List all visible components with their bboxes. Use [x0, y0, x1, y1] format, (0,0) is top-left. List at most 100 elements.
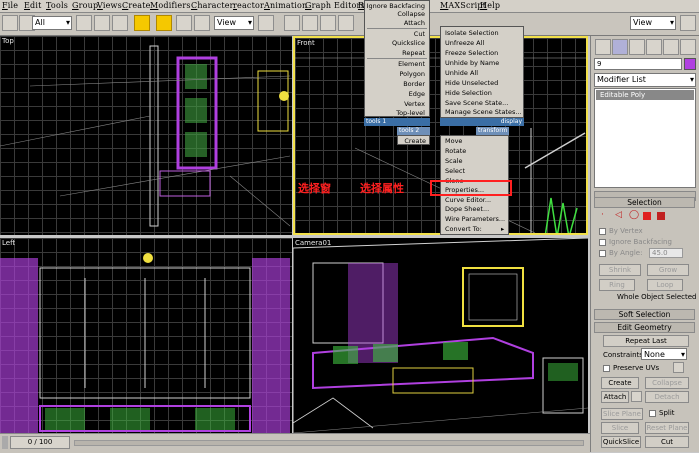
rect-selection-icon[interactable] — [112, 15, 128, 31]
viewport-label-camera[interactable]: Camera01 — [295, 239, 331, 247]
menu-group[interactable]: Group — [72, 1, 98, 10]
preserve-uvs-checkbox[interactable] — [603, 365, 610, 372]
render-icon[interactable] — [680, 15, 696, 31]
menu-views[interactable]: Views — [97, 1, 122, 10]
menu-reactor[interactable]: reactor — [233, 1, 264, 10]
menu-create[interactable]: Create — [122, 1, 151, 10]
viewport-label-left[interactable]: Left — [2, 239, 15, 247]
angle-spinner[interactable]: 45.0 — [649, 248, 683, 258]
menu-repeat[interactable]: Repeat — [402, 49, 425, 57]
reset-plane-button[interactable]: Reset Plane — [645, 422, 689, 434]
shrink-button[interactable]: Shrink — [599, 264, 641, 276]
menu-edit[interactable]: Edit — [24, 1, 42, 10]
menu-hide-unselected[interactable]: Hide Unselected — [445, 79, 498, 87]
attach-button[interactable]: Attach — [601, 391, 629, 403]
menu-freeze-selection[interactable]: Freeze Selection — [445, 49, 498, 57]
constraints-select[interactable]: None — [641, 348, 687, 361]
menu-wire-parameters[interactable]: Wire Parameters... — [445, 215, 505, 223]
mirror-icon[interactable] — [284, 15, 300, 31]
object-name-field[interactable]: 9 — [594, 58, 682, 70]
menu-attach[interactable]: Attach — [404, 19, 425, 27]
rollout-soft-selection[interactable]: Soft Selection — [594, 309, 695, 320]
viewport-camera[interactable]: Camera01 — [293, 238, 588, 433]
subobject-edge-icon[interactable]: ◁ — [615, 210, 622, 220]
percent-snap-icon[interactable] — [338, 15, 354, 31]
detach-button[interactable]: Detach — [645, 391, 689, 403]
menu-unhide-all[interactable]: Unhide All — [445, 69, 478, 77]
menu-polygon[interactable]: Polygon — [399, 70, 425, 78]
menu-unhide-by-name[interactable]: Unhide by Name — [445, 59, 499, 67]
loop-button[interactable]: Loop — [647, 279, 683, 291]
menu-edge[interactable]: Edge — [409, 90, 425, 98]
repeat-last-button[interactable]: Repeat Last — [603, 335, 689, 347]
grow-button[interactable]: Grow — [647, 264, 689, 276]
undo-icon[interactable] — [2, 15, 18, 31]
menu-file[interactable]: File — [2, 1, 18, 10]
menu-dope-sheet[interactable]: Dope Sheet... — [445, 205, 489, 213]
time-slider-prev-icon[interactable] — [2, 436, 8, 449]
time-slider-thumb[interactable]: 0 / 100 — [10, 436, 70, 449]
menu-ignore-backfacing[interactable]: Ignore Backfacing — [367, 2, 425, 10]
attach-list-icon[interactable] — [631, 391, 642, 402]
ignore-backfacing-checkbox[interactable] — [599, 239, 606, 246]
by-angle-checkbox[interactable] — [599, 250, 606, 257]
subobject-border-icon[interactable]: ◯ — [629, 210, 639, 220]
subobject-polygon-icon[interactable] — [643, 212, 651, 220]
scale-icon[interactable] — [194, 15, 210, 31]
select-object-icon[interactable] — [76, 15, 92, 31]
display-tab-icon[interactable] — [663, 39, 679, 55]
menu-animation[interactable]: Animation — [264, 1, 307, 10]
menu-element[interactable]: Element — [398, 60, 425, 68]
menu-top-level[interactable]: Top-level — [396, 109, 425, 117]
split-checkbox[interactable] — [649, 410, 656, 417]
cut-button[interactable]: Cut — [645, 436, 689, 448]
slice-plane-button[interactable]: Slice Plane — [601, 408, 643, 420]
create-tab-icon[interactable] — [595, 39, 611, 55]
viewport-label-front[interactable]: Front — [297, 39, 315, 47]
menu-border[interactable]: Border — [403, 80, 425, 88]
menu-curve-editor[interactable]: Curve Editor... — [445, 196, 491, 204]
reference-coord-select[interactable]: View — [214, 16, 254, 30]
menu-manage-scene-states[interactable]: Manage Scene States... — [445, 108, 522, 116]
menu-quickslice[interactable]: Quickslice — [392, 39, 425, 47]
create-button[interactable]: Create — [601, 377, 639, 389]
snap-icon[interactable] — [302, 15, 318, 31]
rollout-edit-geometry[interactable]: Edit Geometry — [594, 322, 695, 333]
menu-isolate-selection[interactable]: Isolate Selection — [445, 29, 499, 37]
menu-graph-editors[interactable]: Graph Editors — [305, 1, 365, 10]
viewport-top[interactable]: Top — [0, 36, 292, 235]
modify-tab-icon[interactable] — [612, 39, 628, 55]
menu-move[interactable]: Move — [445, 137, 462, 145]
slice-button[interactable]: Slice — [601, 422, 639, 434]
move-icon[interactable] — [156, 15, 172, 31]
select-by-name-icon[interactable] — [94, 15, 110, 31]
named-selection-select[interactable]: View — [630, 16, 676, 30]
window-crossing-icon[interactable] — [134, 15, 150, 31]
viewport-label-top[interactable]: Top — [2, 37, 14, 45]
menu-scale[interactable]: Scale — [445, 157, 463, 165]
menu-hide-selection[interactable]: Hide Selection — [445, 89, 492, 97]
by-vertex-checkbox[interactable] — [599, 228, 606, 235]
modifier-list-select[interactable]: Modifier List — [594, 73, 696, 87]
subobject-vertex-icon[interactable]: · — [601, 210, 604, 220]
quickslice-button[interactable]: QuickSlice — [601, 436, 641, 448]
angle-snap-icon[interactable] — [320, 15, 336, 31]
collapse-button[interactable]: Collapse — [645, 377, 689, 389]
menu-rotate[interactable]: Rotate — [445, 147, 466, 155]
hierarchy-tab-icon[interactable] — [629, 39, 645, 55]
rollout-selection[interactable]: Selection — [594, 197, 695, 208]
stack-item-editable-poly[interactable]: Editable Poly — [596, 90, 694, 100]
menu-save-scene-state[interactable]: Save Scene State... — [445, 99, 508, 107]
menu-unfreeze-all[interactable]: Unfreeze All — [445, 39, 484, 47]
menu-collapse[interactable]: Collapse — [397, 10, 425, 18]
menu-convert-to[interactable]: Convert To: — [445, 225, 482, 233]
viewport-left[interactable]: Left — [0, 238, 292, 433]
menu-modifiers[interactable]: Modifiers — [150, 1, 191, 10]
pivot-icon[interactable] — [258, 15, 274, 31]
time-slider-track[interactable] — [74, 440, 584, 446]
menu-character[interactable]: Character — [191, 1, 234, 10]
menu-tools[interactable]: Tools — [46, 1, 68, 10]
object-color-swatch[interactable] — [684, 58, 696, 70]
menu-help[interactable]: Help — [480, 1, 500, 10]
utilities-tab-icon[interactable] — [680, 39, 696, 55]
